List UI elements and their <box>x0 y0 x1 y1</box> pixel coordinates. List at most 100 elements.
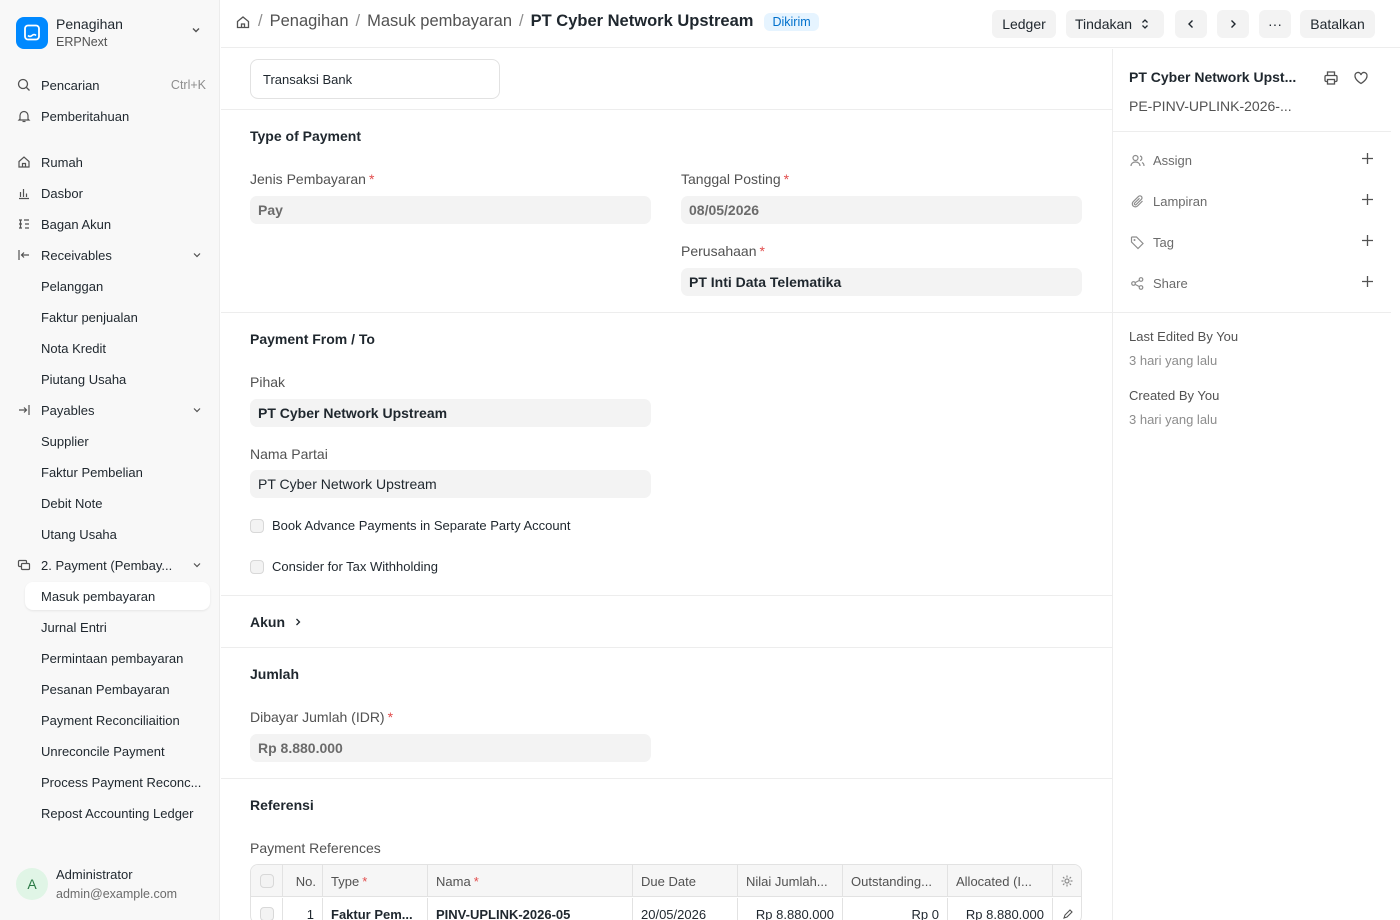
sidebar-item-dashboard[interactable]: Dasbor <box>16 180 206 206</box>
cell-grand-total[interactable]: Rp 8.880.000 <box>738 898 843 920</box>
tab-bank-transaction[interactable]: Transaksi Bank <box>250 59 500 99</box>
sidebar-item-customer[interactable]: Pelanggan <box>41 273 211 299</box>
posting-date-field[interactable]: 08/05/2026 <box>681 196 1082 224</box>
column-settings[interactable] <box>1053 865 1081 897</box>
party-field[interactable]: PT Cyber Network Upstream <box>250 399 651 427</box>
ledger-button[interactable]: Ledger <box>992 10 1056 38</box>
user-name: Administrator <box>56 867 133 882</box>
breadcrumb-item[interactable]: Penagihan <box>270 12 349 31</box>
section-divider <box>221 109 1112 110</box>
row-edit-cell[interactable] <box>1053 898 1081 920</box>
arrow-left-bar-icon <box>16 247 32 263</box>
column-header-no: No. <box>283 865 323 897</box>
chevron-up-down-icon <box>1140 18 1150 30</box>
chevron-right-icon <box>293 617 303 627</box>
select-all-checkbox[interactable] <box>260 874 274 888</box>
search-icon <box>16 77 32 93</box>
sidebar-item-label: Receivables <box>41 247 112 263</box>
plus-icon[interactable] <box>1361 152 1374 168</box>
sidebar-item-home[interactable]: Rumah <box>16 149 206 175</box>
payment-type-field[interactable]: Pay <box>250 196 651 224</box>
sidebar-item-journal-entry[interactable]: Jurnal Entri <box>41 614 211 640</box>
share-action[interactable]: Share <box>1129 272 1374 294</box>
sidebar-item-payment-order[interactable]: Pesanan Pembayaran <box>41 676 211 702</box>
breadcrumb-item[interactable]: Masuk pembayaran <box>367 12 512 31</box>
print-icon[interactable] <box>1322 69 1340 87</box>
sidebar-item-accounts-receivable[interactable]: Piutang Usaha <box>41 366 211 392</box>
doc-name: PE-PINV-UPLINK-2026-... <box>1129 98 1292 114</box>
sidebar-item-payment-reconciliation[interactable]: Payment Reconciliaition <box>41 707 211 733</box>
sidebar-item-credit-note[interactable]: Nota Kredit <box>41 335 211 361</box>
tax-withholding-checkbox[interactable] <box>250 559 264 574</box>
payment-references-table: No. Type * Nama * Due Date Nilai Jumlah...… <box>250 864 1082 920</box>
previous-record-button[interactable] <box>1175 10 1207 38</box>
cell-allocated[interactable]: Rp 8.880.000 <box>948 898 1053 920</box>
plus-icon[interactable] <box>1361 275 1374 291</box>
cell-type[interactable]: Faktur Pem... <box>323 898 428 920</box>
sidebar-search[interactable]: Pencarian Ctrl+K <box>16 72 206 98</box>
gear-icon <box>1060 874 1074 888</box>
sidebar-item-label: Payables <box>41 402 95 418</box>
sidebar-item-accounts-payable[interactable]: Utang Usaha <box>41 521 211 547</box>
more-options-button[interactable]: ··· <box>1259 10 1291 38</box>
cell-outstanding[interactable]: Rp 0 <box>843 898 948 920</box>
assign-action[interactable]: Assign <box>1129 149 1374 171</box>
chevron-down-icon <box>192 558 202 573</box>
sidebar-item-purchase-invoice[interactable]: Faktur Pembelian <box>41 459 211 485</box>
sidebar-item-sales-invoice[interactable]: Faktur penjualan <box>41 304 211 330</box>
next-record-button[interactable] <box>1217 10 1249 38</box>
party-name-field[interactable]: PT Cyber Network Upstream <box>250 470 651 498</box>
advance-payments-checkbox-label: Book Advance Payments in Separate Party … <box>272 518 571 533</box>
advance-payments-checkbox[interactable] <box>250 518 264 533</box>
table-row[interactable]: 1 Faktur Pem... PINV-UPLINK-2026-05 20/0… <box>251 898 1081 920</box>
sidebar-item-payment-request[interactable]: Permintaan pembayaran <box>41 645 211 671</box>
heart-icon[interactable] <box>1352 69 1370 87</box>
sidebar-notifications[interactable]: Pemberitahuan <box>16 103 206 129</box>
attachments-action[interactable]: Lampiran <box>1129 190 1374 212</box>
company-label-text: Perusahaan <box>681 243 757 259</box>
tax-withholding-checkbox-row[interactable]: Consider for Tax Withholding <box>250 559 438 574</box>
paid-amount-label: Dibayar Jumlah (IDR) * <box>250 709 393 725</box>
share-icon <box>1129 275 1145 291</box>
section-toggle-accounts[interactable]: Akun <box>250 614 303 630</box>
plus-icon[interactable] <box>1361 193 1374 209</box>
tags-action[interactable]: Tag <box>1129 231 1374 253</box>
sidebar-item-process-payment-reconciliation[interactable]: Process Payment Reconc... <box>41 769 211 795</box>
cancel-button[interactable]: Batalkan <box>1300 10 1375 38</box>
column-header-name-label: Nama <box>436 873 471 889</box>
user-menu[interactable]: A Administrator admin@example.com <box>16 866 177 903</box>
sidebar-item-debit-note[interactable]: Debit Note <box>41 490 211 516</box>
search-shortcut: Ctrl+K <box>170 78 206 92</box>
table-header: No. Type * Nama * Due Date Nilai Jumlah...… <box>251 865 1081 897</box>
payment-references-label: Payment References <box>250 840 381 856</box>
column-header-type: Type * <box>323 865 428 897</box>
sidebar-item-repost-accounting-ledger[interactable]: Repost Accounting Ledger <box>41 800 211 826</box>
sidebar-item-supplier[interactable]: Supplier <box>41 428 211 454</box>
sidebar-item-payables[interactable]: Payables <box>16 397 206 423</box>
actions-button[interactable]: Tindakan <box>1066 10 1164 38</box>
app-switcher[interactable]: Penagihan ERPNext <box>16 14 206 52</box>
select-all-cell <box>251 865 283 897</box>
page-header: / Penagihan / Masuk pembayaran / PT Cybe… <box>221 0 1400 48</box>
advance-payments-checkbox-row[interactable]: Book Advance Payments in Separate Party … <box>250 518 570 533</box>
sidebar-item-chart-of-accounts[interactable]: Bagan Akun <box>16 211 206 237</box>
sidebar-item-unreconcile-payment[interactable]: Unreconcile Payment <box>41 738 211 764</box>
sidebar-item-payment-group[interactable]: 2. Payment (Pembay... <box>16 552 206 578</box>
doc-title: PT Cyber Network Upst... <box>1129 69 1297 85</box>
sidebar-item-payment-entry[interactable]: Masuk pembayaran <box>25 582 210 610</box>
column-header-type-label: Type <box>331 873 360 889</box>
paid-amount-field[interactable]: Rp 8.880.000 <box>250 734 651 762</box>
cell-due-date[interactable]: 20/05/2026 <box>633 898 738 920</box>
row-select-checkbox[interactable] <box>260 907 274 920</box>
attachments-label: Lampiran <box>1153 193 1208 209</box>
home-icon[interactable] <box>235 14 251 30</box>
party-label: Pihak <box>250 374 286 390</box>
sidebar-item-receivables[interactable]: Receivables <box>16 242 206 268</box>
paperclip-icon <box>1129 193 1145 209</box>
plus-icon[interactable] <box>1361 234 1374 250</box>
actions-button-label: Tindakan <box>1075 16 1133 32</box>
form-area: Transaksi Bank Type of Payment Jenis Pem… <box>221 49 1112 920</box>
required-marker: * <box>362 873 368 889</box>
company-field[interactable]: PT Inti Data Telematika <box>681 268 1082 296</box>
cell-name[interactable]: PINV-UPLINK-2026-05 <box>428 898 633 920</box>
